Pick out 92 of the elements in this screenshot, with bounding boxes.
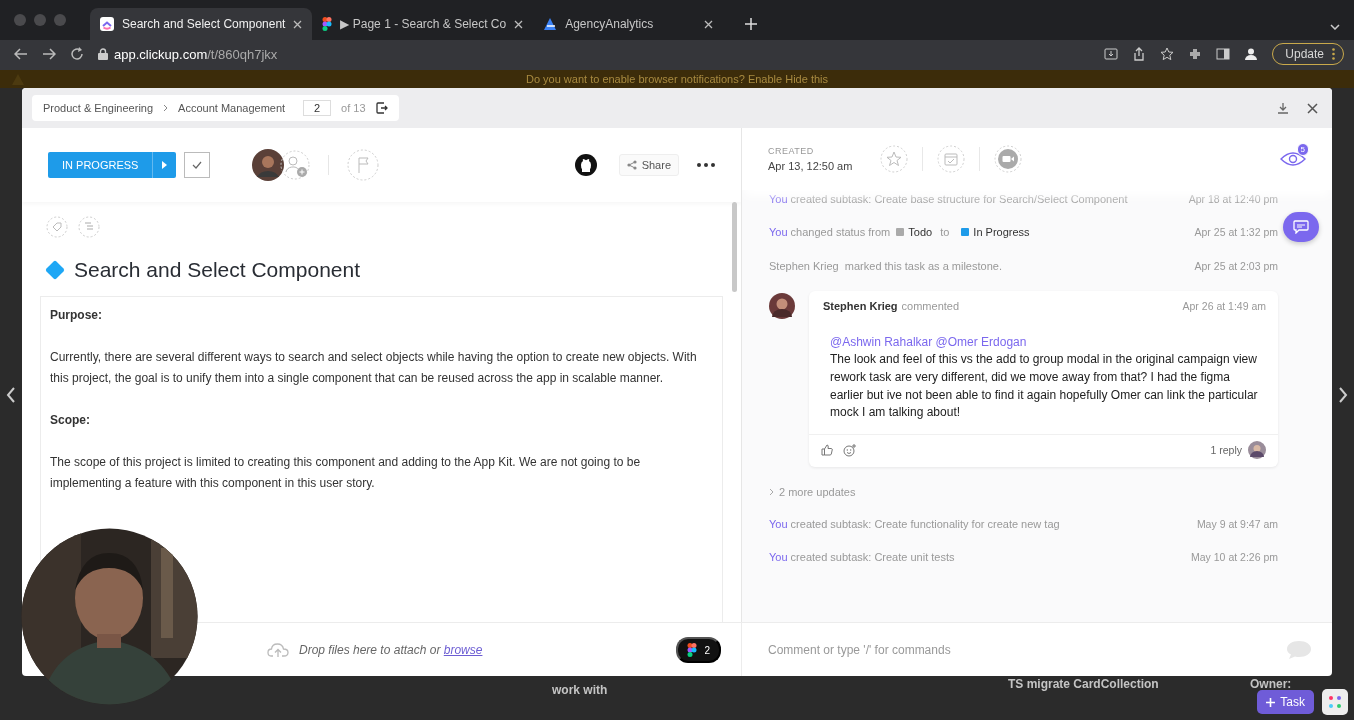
new-task-button[interactable]: Task — [1257, 690, 1314, 714]
figma-logo-icon — [322, 17, 333, 31]
eye-icon[interactable] — [1280, 151, 1306, 167]
more-icon[interactable] — [697, 163, 715, 167]
cloud-upload-icon — [267, 642, 289, 658]
minimize-icon[interactable] — [1277, 102, 1289, 114]
add-assignee-icon[interactable] — [280, 150, 311, 180]
comment-action: commented — [901, 299, 961, 312]
plus-icon — [1266, 697, 1276, 707]
activity-time: Apr 25 at 2:03 pm — [1194, 259, 1278, 272]
activity-text: You changed status from — [769, 226, 891, 239]
lock-icon — [98, 48, 108, 60]
chat-icon — [1293, 220, 1309, 234]
chevron-right-icon — [163, 104, 169, 112]
activity-time: Apr 26 at 1:49 am — [1182, 299, 1266, 312]
window-control-icon — [34, 14, 46, 26]
window-control-icon — [14, 14, 26, 26]
activity-text: You created subtask: Create functionality for create new tag — [769, 517, 1061, 530]
browser-tab[interactable]: Search and Select Component — [90, 8, 313, 40]
page-total: of 13 — [341, 102, 366, 114]
activity-text: You created subtask: Create unit tests — [769, 551, 956, 564]
activity-text: to — [940, 226, 950, 239]
page-number-field[interactable]: 2 — [303, 100, 332, 116]
activity-time: Apr 18 at 12:40 pm — [1188, 192, 1278, 205]
description-text: Currently, there are several different ways to search and select objects while having the option to create new objects. With this project, the goal is to unify them into a single component that can be reused across the app in scalable manner. — [50, 349, 698, 387]
back-icon[interactable] — [14, 47, 28, 61]
drop-files-text: Drop files here to attach or browse — [299, 643, 483, 657]
background-text: TS migrate CardCollection — [1008, 677, 1159, 691]
chat-button[interactable] — [1283, 212, 1319, 242]
add-reaction-icon[interactable] — [843, 443, 856, 457]
figma-attachments-button[interactable]: 2 — [676, 637, 721, 663]
created-label: CREATED — [768, 146, 815, 156]
open-external-icon[interactable] — [375, 102, 388, 114]
background-text: Owner: — [1250, 677, 1292, 691]
share-icon — [626, 160, 637, 170]
apps-icon — [1328, 695, 1342, 709]
check-icon — [192, 161, 203, 169]
description-text: The scope of this project is limited to creating this component and adding to the App Kit. We are not going to be implementing a feature with this component in this user story. — [50, 454, 642, 492]
more-vertical-icon — [1332, 48, 1335, 60]
section-heading: Scope: — [50, 412, 91, 429]
caret-right-icon — [162, 161, 168, 169]
reload-icon[interactable] — [70, 47, 84, 61]
close-icon[interactable] — [704, 19, 714, 29]
notification-text: Do you want to enable browser notifications? Enable Hide this — [525, 73, 829, 85]
mention-text: @Ashwin Rahalkar @Omer Erdogan — [830, 333, 1028, 351]
created-date: Apr 13, 12:50 am — [768, 160, 853, 172]
breadcrumb-link[interactable]: Account Management — [178, 102, 286, 114]
activity-time: May 10 at 2:26 pm — [1191, 551, 1278, 564]
close-icon[interactable] — [1307, 102, 1318, 114]
task-title[interactable]: Search and Select Component — [74, 258, 360, 282]
activity-time: Apr 25 at 1:32 pm — [1194, 226, 1278, 239]
previous-icon[interactable] — [6, 387, 16, 403]
chevron-down-icon[interactable] — [1330, 24, 1340, 30]
next-status-button[interactable] — [152, 152, 177, 178]
section-heading: Purpose: — [50, 307, 103, 324]
comment-text: The look and feel of this vs the add to group modal in the original campaign view rework task are very different, did we move away from that? I had the figma earlier but ive not been able to find it again hopefully Omer can link the particular mock I am talking about! — [830, 351, 1259, 422]
breadcrumb-link[interactable]: Product & Engineering — [43, 102, 154, 114]
status-label: Todo — [908, 226, 933, 239]
forward-icon[interactable] — [42, 47, 56, 61]
apps-button[interactable] — [1322, 689, 1348, 715]
install-icon[interactable] — [1104, 47, 1119, 61]
background-text: work with — [552, 683, 608, 697]
avatar — [1248, 441, 1266, 459]
agency-logo-icon — [543, 17, 558, 31]
avatar[interactable] — [769, 292, 795, 319]
close-icon[interactable] — [514, 19, 524, 29]
address-bar-url[interactable]: app.clickup.com/t/860qh7jkx — [114, 46, 278, 62]
browser-tab[interactable]: AgencyAnalytics — [533, 8, 724, 40]
reply-count[interactable]: 1 reply — [1210, 444, 1242, 456]
browse-link[interactable]: browse — [443, 643, 483, 657]
status-label: In Progress — [973, 226, 1030, 239]
new-tab-icon[interactable] — [745, 18, 758, 30]
activity-time: May 9 at 9:47 am — [1196, 517, 1278, 530]
chevron-right-icon — [769, 488, 774, 496]
watchers-count: 5 — [1296, 143, 1309, 156]
extensions-icon[interactable] — [1188, 47, 1203, 61]
share-button[interactable]: Share — [618, 154, 679, 176]
profile-icon[interactable] — [1244, 47, 1259, 61]
figma-logo-icon — [687, 643, 698, 657]
star-icon[interactable] — [1160, 47, 1175, 61]
activity-text: You created subtask: Create base structure for Search/Select Component — [769, 192, 1129, 205]
activity-text: Stephen Krieg marked this task as a milestone. — [769, 259, 1003, 272]
avatar[interactable] — [252, 149, 285, 181]
clickup-logo-icon — [100, 17, 114, 31]
side-panel-icon[interactable] — [1216, 47, 1231, 61]
close-icon[interactable] — [293, 19, 303, 29]
thumbs-up-icon[interactable] — [821, 444, 833, 456]
comment-author: Stephen Krieg — [823, 299, 898, 312]
window-control-icon — [54, 14, 66, 26]
next-icon[interactable] — [1338, 387, 1348, 403]
share-icon[interactable] — [1132, 47, 1147, 61]
browser-tab[interactable]: ▶ Page 1 - Search & Select Co — [312, 8, 534, 40]
